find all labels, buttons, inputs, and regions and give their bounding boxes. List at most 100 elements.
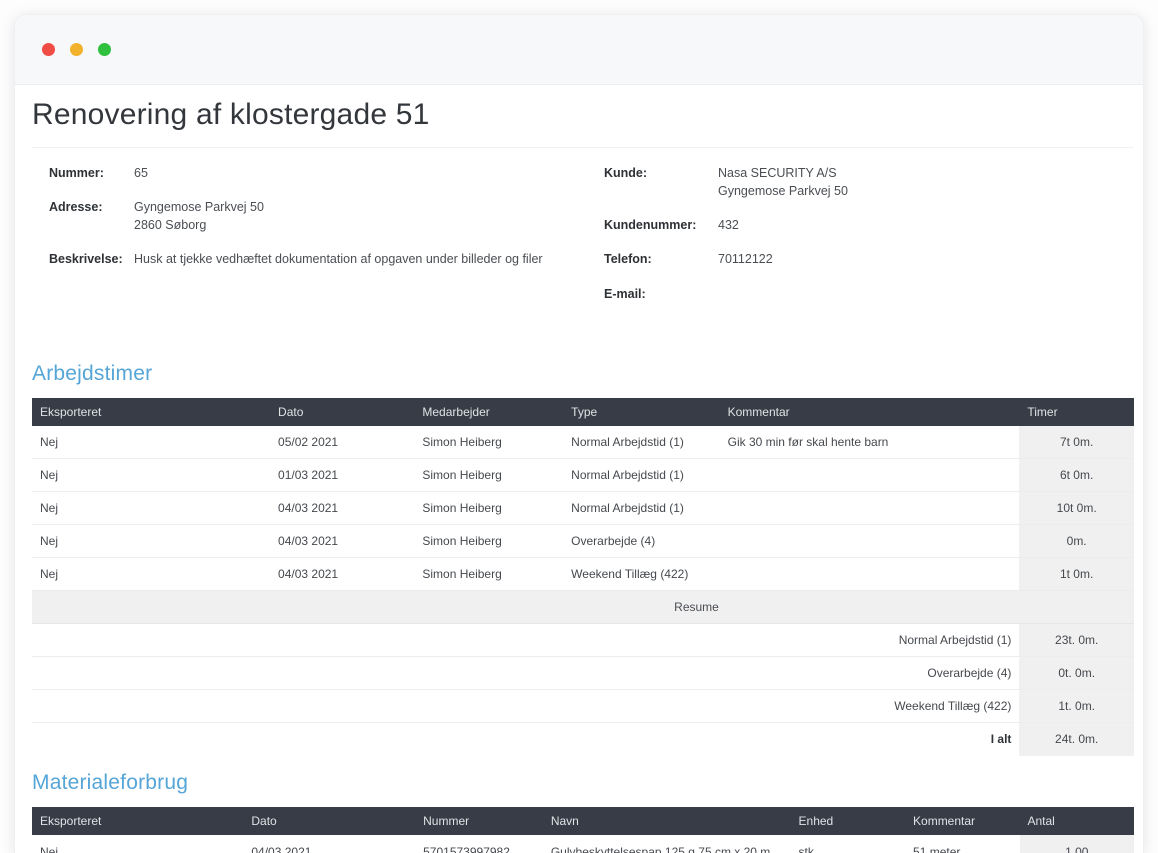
- cell-dato: 04/03 2021: [243, 845, 415, 853]
- info-row-beskrivelse: Beskrivelse: Husk at tjekke vedhæftet do…: [49, 250, 583, 268]
- info-label: Beskrivelse:: [49, 250, 134, 268]
- summary-total-value: 24t. 0m.: [1019, 723, 1134, 756]
- info-label: Kundenummer:: [604, 216, 718, 234]
- info-row-kundenummer: Kundenummer: 432: [604, 216, 1134, 234]
- page-content: Renovering af klostergade 51 Nummer: 65 …: [15, 85, 1143, 853]
- info-row-telefon: Telefon: 70112122: [604, 250, 1134, 268]
- cell-medarbejder: Simon Heiberg: [414, 501, 563, 515]
- summary-label: Overarbejde (4): [32, 657, 1019, 689]
- cell-timer: 6t 0m.: [1019, 459, 1134, 491]
- column-header-nummer: Nummer: [415, 814, 543, 828]
- materials-table: Eksporteret Dato Nummer Navn Enhed Komme…: [32, 807, 1134, 853]
- cell-eksporteret: Nej: [32, 435, 270, 449]
- cell-dato: 05/02 2021: [270, 435, 414, 449]
- column-header-eksporteret: Eksporteret: [32, 814, 243, 828]
- cell-medarbejder: Simon Heiberg: [414, 567, 563, 581]
- cell-dato: 04/03 2021: [270, 501, 414, 515]
- cell-antal: 1.00: [1020, 835, 1134, 853]
- job-info-section: Nummer: 65 Adresse: Gyngemose Parkvej 50…: [32, 164, 1134, 319]
- info-value: Gyngemose Parkvej 50 2860 Søborg: [134, 198, 264, 234]
- job-info-left-column: Nummer: 65 Adresse: Gyngemose Parkvej 50…: [32, 164, 583, 319]
- summary-value: 0t. 0m.: [1019, 657, 1134, 689]
- info-label: E-mail:: [604, 285, 718, 303]
- cell-type: Weekend Tillæg (422): [563, 567, 719, 581]
- cell-timer: 0m.: [1019, 525, 1134, 557]
- cell-type: Overarbejde (4): [563, 534, 719, 548]
- cell-medarbejder: Simon Heiberg: [414, 435, 563, 449]
- job-info-right-column: Kunde: Nasa SECURITY A/S Gyngemose Parkv…: [583, 164, 1134, 319]
- cell-eksporteret: Nej: [32, 534, 270, 548]
- summary-value: 1t. 0m.: [1019, 690, 1134, 722]
- summary-row-total: I alt 24t. 0m.: [32, 723, 1134, 756]
- cell-eksporteret: Nej: [32, 468, 270, 482]
- cell-kommentar: 51 meter: [905, 845, 1019, 853]
- column-header-navn: Navn: [543, 814, 791, 828]
- cell-enhed: stk.: [791, 845, 905, 853]
- workhours-table-header: Eksporteret Dato Medarbejder Type Kommen…: [32, 398, 1134, 426]
- info-value: Husk at tjekke vedhæftet dokumentation a…: [134, 250, 543, 268]
- window-controls: [42, 43, 111, 56]
- info-value: Nasa SECURITY A/S Gyngemose Parkvej 50: [718, 164, 848, 200]
- cell-eksporteret: Nej: [32, 845, 243, 853]
- cell-eksporteret: Nej: [32, 567, 270, 581]
- info-row-adresse: Adresse: Gyngemose Parkvej 50 2860 Søbor…: [49, 198, 583, 234]
- column-header-eksporteret: Eksporteret: [32, 405, 270, 419]
- cell-timer: 10t 0m.: [1019, 492, 1134, 524]
- info-label: Adresse:: [49, 198, 134, 234]
- cell-medarbejder: Simon Heiberg: [414, 534, 563, 548]
- info-label: Telefon:: [604, 250, 718, 268]
- cell-medarbejder: Simon Heiberg: [414, 468, 563, 482]
- table-row: Nej 05/02 2021 Simon Heiberg Normal Arbe…: [32, 426, 1134, 459]
- cell-dato: 04/03 2021: [270, 567, 414, 581]
- minimize-window-button[interactable]: [70, 43, 83, 56]
- column-header-kommentar: Kommentar: [905, 814, 1019, 828]
- column-header-timer: Timer: [1019, 405, 1134, 419]
- info-value: 432: [718, 216, 739, 234]
- table-row: Nej 04/03 2021 Simon Heiberg Overarbejde…: [32, 525, 1134, 558]
- summary-value: 23t. 0m.: [1019, 624, 1134, 656]
- table-row: Nej 04/03 2021 5701573997982 Gulvbeskytt…: [32, 835, 1134, 853]
- cell-type: Normal Arbejdstid (1): [563, 468, 719, 482]
- summary-row: Overarbejde (4) 0t. 0m.: [32, 657, 1134, 690]
- cell-nummer: 5701573997982: [415, 845, 543, 853]
- cell-type: Normal Arbejdstid (1): [563, 501, 719, 515]
- info-label: Nummer:: [49, 164, 134, 182]
- cell-timer: 7t 0m.: [1019, 426, 1134, 458]
- column-header-medarbejder: Medarbejder: [414, 405, 563, 419]
- cell-type: Normal Arbejdstid (1): [563, 435, 719, 449]
- materials-heading: Materialeforbrug: [32, 771, 1134, 795]
- info-row-kunde: Kunde: Nasa SECURITY A/S Gyngemose Parkv…: [604, 164, 1134, 200]
- maximize-window-button[interactable]: [98, 43, 111, 56]
- resume-row: Resume: [32, 591, 1134, 624]
- window-titlebar: [15, 15, 1143, 85]
- column-header-antal: Antal: [1020, 814, 1134, 828]
- info-row-email: E-mail:: [604, 285, 1134, 303]
- info-label: Kunde:: [604, 164, 718, 200]
- close-window-button[interactable]: [42, 43, 55, 56]
- materials-table-header: Eksporteret Dato Nummer Navn Enhed Komme…: [32, 807, 1134, 835]
- workhours-table: Eksporteret Dato Medarbejder Type Kommen…: [32, 398, 1134, 756]
- summary-label: Weekend Tillæg (422): [32, 690, 1019, 722]
- column-header-dato: Dato: [270, 405, 414, 419]
- page-title: Renovering af klostergade 51: [32, 85, 1134, 148]
- workhours-heading: Arbejdstimer: [32, 362, 1134, 386]
- info-value: 70112122: [718, 250, 773, 268]
- table-row: Nej 04/03 2021 Simon Heiberg Weekend Til…: [32, 558, 1134, 591]
- column-header-kommentar: Kommentar: [720, 405, 1020, 419]
- resume-label: Resume: [674, 600, 719, 614]
- cell-navn: Gulvbeskyttelsespap 125 g 75 cm x 20 m: [543, 845, 791, 853]
- summary-row: Normal Arbejdstid (1) 23t. 0m.: [32, 624, 1134, 657]
- cell-kommentar: Gik 30 min før skal hente barn: [720, 435, 1020, 449]
- info-value: 65: [134, 164, 148, 182]
- table-row: Nej 01/03 2021 Simon Heiberg Normal Arbe…: [32, 459, 1134, 492]
- cell-eksporteret: Nej: [32, 501, 270, 515]
- cell-dato: 04/03 2021: [270, 534, 414, 548]
- column-header-type: Type: [563, 405, 719, 419]
- table-row: Nej 04/03 2021 Simon Heiberg Normal Arbe…: [32, 492, 1134, 525]
- summary-row: Weekend Tillæg (422) 1t. 0m.: [32, 690, 1134, 723]
- summary-label: Normal Arbejdstid (1): [32, 624, 1019, 656]
- summary-total-label: I alt: [32, 723, 1019, 756]
- cell-dato: 01/03 2021: [270, 468, 414, 482]
- cell-timer: 1t 0m.: [1019, 558, 1134, 590]
- info-row-nummer: Nummer: 65: [49, 164, 583, 182]
